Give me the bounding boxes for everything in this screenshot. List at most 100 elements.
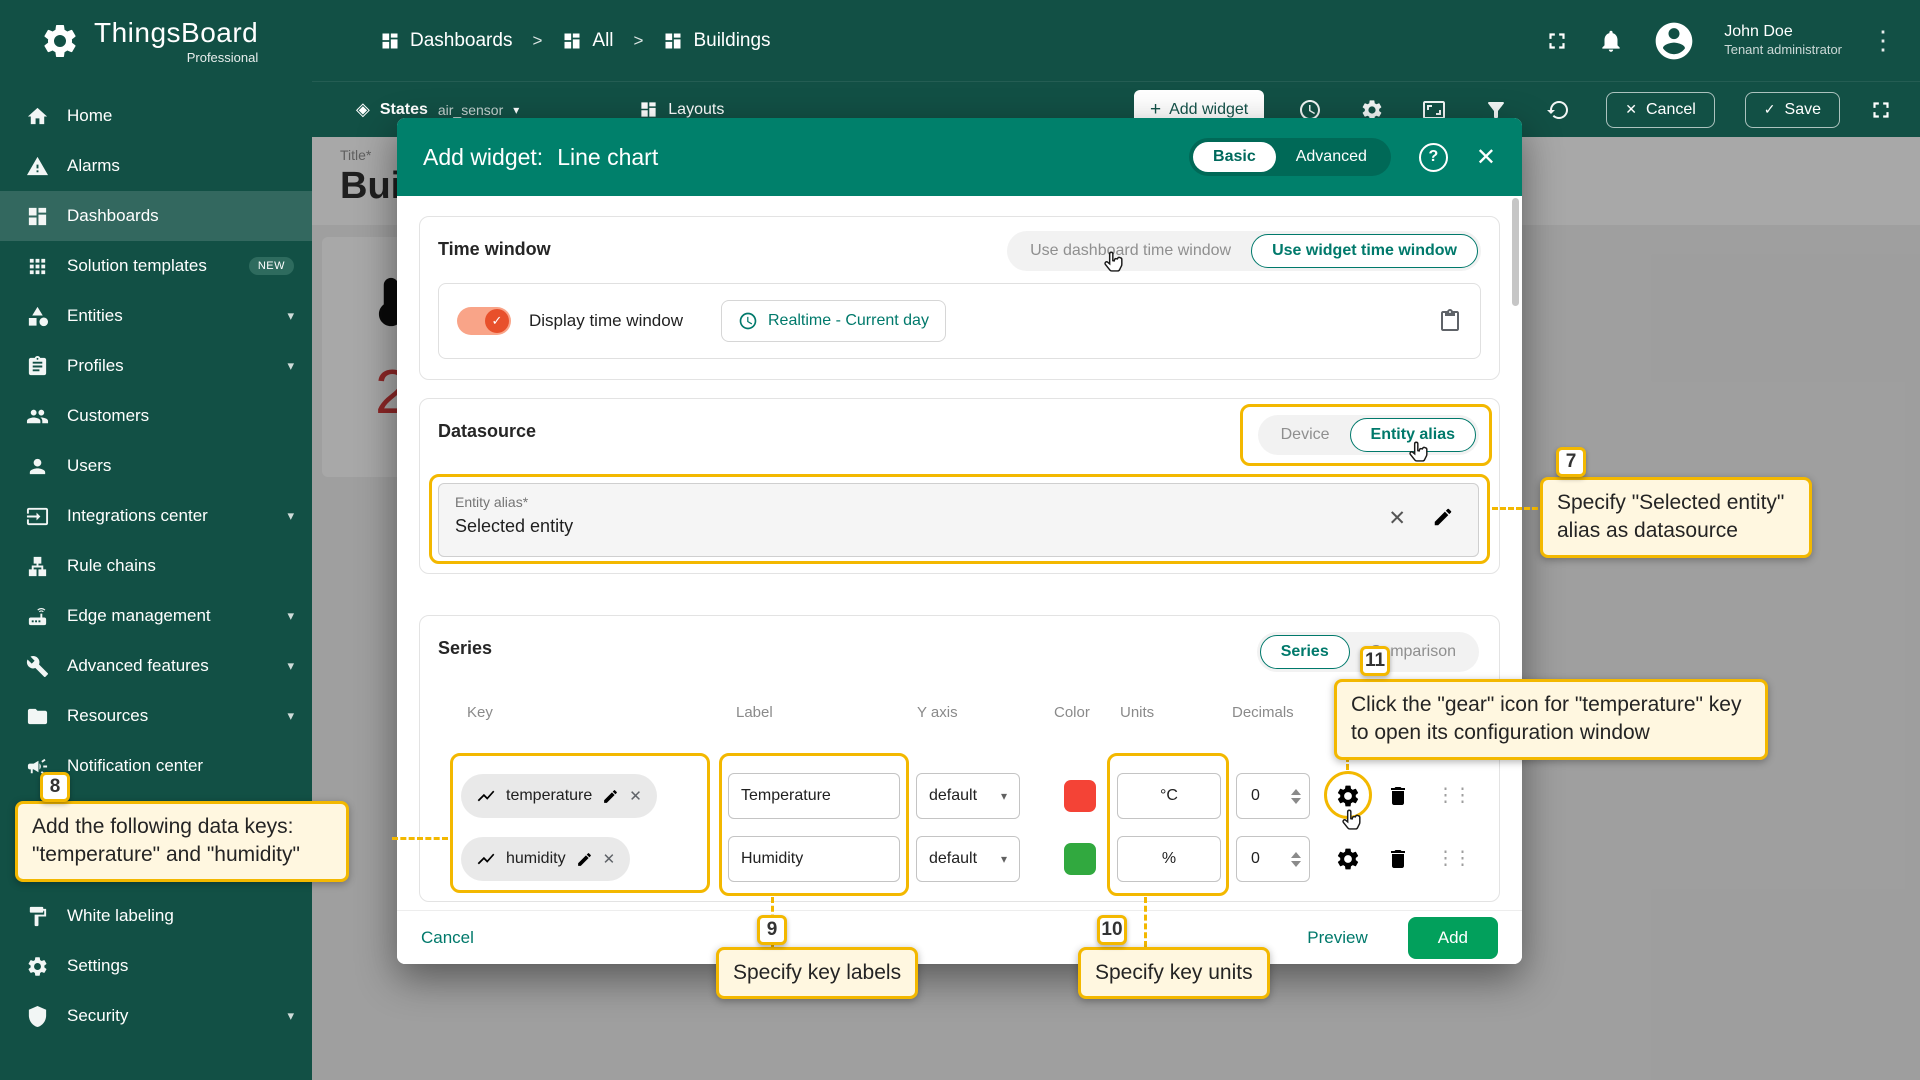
increment-icon[interactable] (1291, 789, 1301, 795)
label-input[interactable]: Humidity (728, 836, 900, 882)
sidebar-item-alarms[interactable]: Alarms (0, 141, 312, 191)
label-input[interactable]: Temperature (728, 773, 900, 819)
clear-alias-icon[interactable]: ✕ (1388, 506, 1406, 531)
sidebar-item-profiles[interactable]: Profiles▾ (0, 341, 312, 391)
sidebar-item-advanced-features[interactable]: Advanced features▾ (0, 641, 312, 691)
units-input[interactable]: % (1117, 836, 1221, 882)
delete-key-trash-icon[interactable] (1386, 784, 1410, 808)
realtime-current-day-button[interactable]: Realtime - Current day (721, 300, 946, 342)
user-name: John Doe (1724, 22, 1842, 42)
fullscreen-icon[interactable] (1868, 97, 1894, 123)
callout-7: Specify "Selected entity" alias as datas… (1540, 477, 1812, 558)
sidebar: Home Alarms Dashboards Solution template… (0, 81, 312, 1080)
data-key-chip-temperature[interactable]: temperature ✕ (461, 774, 657, 818)
breadcrumb-dashboards[interactable]: Dashboards (380, 30, 512, 52)
drag-handle[interactable]: ⋮⋮ (1436, 785, 1470, 808)
breadcrumb-buildings[interactable]: Buildings (663, 30, 770, 52)
toolbar-save-label: Save (1785, 101, 1821, 119)
sidebar-item-rule-chains[interactable]: Rule chains (0, 541, 312, 591)
sidebar-item-resources[interactable]: Resources▾ (0, 691, 312, 741)
toolbar-cancel-button[interactable]: ✕ Cancel (1606, 92, 1715, 128)
states-selector[interactable]: ◈ States air_sensor ▾ (356, 99, 519, 120)
dialog-body: Time window Use dashboard time window Us… (397, 196, 1522, 910)
layouts-icon (639, 100, 658, 119)
key-settings-gear-icon[interactable] (1335, 846, 1361, 872)
entity-alias-field[interactable]: Entity alias* Selected entity ✕ (438, 483, 1479, 557)
add-widget-label: Add widget (1169, 101, 1248, 119)
column-header-key: Key (467, 704, 493, 721)
column-header-units: Units (1120, 704, 1154, 721)
key-settings-gear-icon[interactable] (1335, 783, 1361, 809)
display-time-window-toggle[interactable]: ✓ (457, 307, 511, 335)
dashboards-icon (663, 31, 683, 51)
breadcrumb-all[interactable]: All (562, 30, 613, 52)
series-tab-button[interactable]: Series (1260, 635, 1350, 669)
yaxis-select[interactable]: default▾ (916, 836, 1020, 882)
layouts-button[interactable]: Layouts (639, 100, 724, 119)
tab-basic[interactable]: Basic (1193, 142, 1276, 172)
close-dialog-icon[interactable]: ✕ (1476, 143, 1496, 172)
notifications-bell-icon[interactable] (1598, 28, 1624, 54)
sidebar-item-edge-management[interactable]: Edge management▾ (0, 591, 312, 641)
decimals-stepper[interactable]: 0 (1236, 836, 1310, 882)
sidebar-item-security[interactable]: Security▾ (0, 991, 312, 1041)
tab-advanced[interactable]: Advanced (1276, 142, 1387, 172)
alarm-icon (26, 155, 49, 178)
increment-icon[interactable] (1291, 852, 1301, 858)
entity-alias-button[interactable]: Entity alias (1350, 418, 1476, 452)
close-icon: ✕ (1625, 101, 1637, 118)
drag-handle[interactable]: ⋮⋮ (1436, 848, 1470, 871)
remove-key-icon[interactable]: ✕ (603, 850, 616, 868)
delete-key-trash-icon[interactable] (1386, 847, 1410, 871)
use-widget-time-window-button[interactable]: Use widget time window (1251, 234, 1478, 268)
sidebar-item-users[interactable]: Users (0, 441, 312, 491)
decrement-icon[interactable] (1291, 861, 1301, 867)
sidebar-item-label: Alarms (67, 156, 120, 176)
help-button[interactable]: ? (1419, 143, 1448, 172)
add-button[interactable]: Add (1408, 917, 1498, 959)
units-input[interactable]: °C (1117, 773, 1221, 819)
callout-11-number: 11 (1360, 646, 1390, 676)
connector-line (392, 837, 448, 840)
user-info: John Doe Tenant administrator (1724, 22, 1842, 58)
sidebar-item-entities[interactable]: Entities▾ (0, 291, 312, 341)
kebab-menu-icon[interactable]: ⋮ (1870, 25, 1896, 56)
version-history-icon[interactable] (1546, 98, 1570, 122)
integrations-icon (26, 505, 49, 528)
edit-alias-pencil-icon[interactable] (1432, 506, 1454, 528)
units-value: % (1162, 850, 1176, 868)
color-swatch[interactable] (1064, 843, 1096, 875)
modal-scrollbar[interactable] (1512, 198, 1519, 306)
edit-key-pencil-icon[interactable] (602, 788, 619, 805)
sidebar-item-integrations-center[interactable]: Integrations center▾ (0, 491, 312, 541)
basic-advanced-toggle: Basic Advanced (1189, 138, 1391, 176)
preview-button[interactable]: Preview (1307, 928, 1367, 948)
yaxis-select[interactable]: default▾ (916, 773, 1020, 819)
edit-key-pencil-icon[interactable] (576, 851, 593, 868)
color-swatch[interactable] (1064, 780, 1096, 812)
use-dashboard-time-window-button[interactable]: Use dashboard time window (1010, 234, 1251, 268)
apply-time-window-icon[interactable] (1438, 309, 1462, 333)
sidebar-item-dashboards[interactable]: Dashboards (0, 191, 312, 241)
sidebar-item-label: Security (67, 1006, 128, 1026)
thingsboard-logo[interactable]: ThingsBoard Professional (40, 17, 320, 65)
sidebar-item-white-labeling[interactable]: White labeling (0, 891, 312, 941)
sidebar-item-home[interactable]: Home (0, 91, 312, 141)
breadcrumb-label: Dashboards (410, 30, 512, 52)
decrement-icon[interactable] (1291, 798, 1301, 804)
device-button[interactable]: Device (1261, 418, 1350, 452)
check-icon: ✓ (1764, 101, 1776, 118)
dialog-cancel-button[interactable]: Cancel (421, 928, 474, 948)
fullscreen-icon[interactable] (1544, 28, 1570, 54)
data-key-chip-humidity[interactable]: humidity ✕ (461, 837, 630, 881)
avatar[interactable] (1652, 19, 1696, 63)
chevron-down-icon: ▾ (287, 308, 294, 324)
sidebar-item-solution-templates[interactable]: Solution templatesNEW (0, 241, 312, 291)
toolbar-save-button[interactable]: ✓ Save (1745, 92, 1840, 128)
states-label: States (380, 101, 428, 119)
sidebar-item-customers[interactable]: Customers (0, 391, 312, 441)
decimals-stepper[interactable]: 0 (1236, 773, 1310, 819)
sidebar-item-settings[interactable]: Settings (0, 941, 312, 991)
sidebar-item-label: Edge management (67, 606, 211, 626)
remove-key-icon[interactable]: ✕ (629, 787, 642, 805)
